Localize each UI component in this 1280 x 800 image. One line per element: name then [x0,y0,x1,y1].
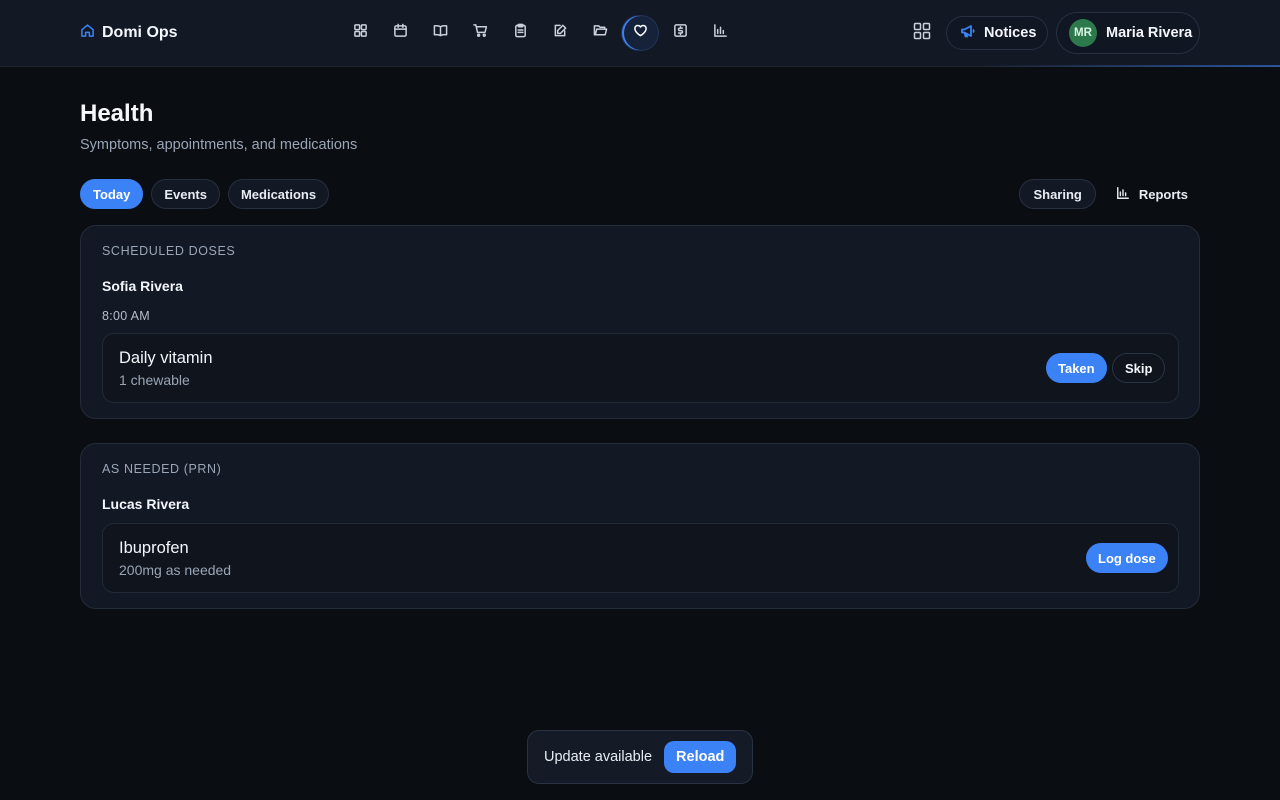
home-icon [80,23,95,43]
dose-time: 8:00 AM [102,309,150,323]
megaphone-icon [960,23,976,43]
cart-icon [472,23,488,43]
clipboard-icon [513,23,528,43]
user-menu-button[interactable]: MR Maria Rivera [1056,12,1200,54]
reports-label: Reports [1138,186,1188,202]
page-title: Health [80,100,154,127]
section-label: SCHEDULED DOSES [102,244,236,258]
medication-name: Ibuprofen [119,539,189,557]
tab-medications[interactable]: Medications [227,179,330,209]
person-name: Lucas Rivera [102,496,190,512]
nav-finance[interactable] [662,16,698,50]
calendar-icon [393,23,408,43]
brand[interactable]: Domi Ops [80,22,178,44]
dollar-icon [673,23,688,43]
avatar: MR [1069,19,1097,47]
nav-files[interactable] [582,16,618,50]
notices-label: Notices [984,25,1037,41]
log-dose-button[interactable]: Log dose [1086,543,1168,573]
main-nav [342,15,738,51]
apps-button[interactable] [906,18,938,48]
bar-chart-icon [1116,186,1130,203]
reload-button[interactable]: Reload [664,741,737,773]
nav-book[interactable] [422,16,458,50]
nav-calendar[interactable] [382,16,418,50]
folder-icon [593,23,608,43]
as-needed-card: AS NEEDED (PRN) Lucas Rivera Ibuprofen 2… [80,443,1200,609]
brand-name: Domi Ops [102,24,178,41]
medication-dose: 1 chewable [119,372,190,388]
nav-reports[interactable] [702,16,738,50]
nav-health[interactable] [622,16,658,50]
person-name: Sofia Rivera [102,278,183,294]
book-icon [433,23,448,43]
page-subtitle: Symptoms, appointments, and medications [80,137,358,153]
nav-tasks[interactable] [502,16,538,50]
nav-dashboard[interactable] [342,16,378,50]
scheduled-doses-card: SCHEDULED DOSES Sofia Rivera 8:00 AM Dai… [80,225,1200,419]
medication-row: Daily vitamin 1 chewable Taken Skip [102,333,1179,403]
medication-dose: 200mg as needed [119,562,232,578]
apps-grid-icon [913,22,931,45]
medication-row: Ibuprofen 200mg as needed Log dose [102,523,1179,593]
dashboard-icon [353,23,368,43]
nav-shopping[interactable] [462,16,498,50]
view-tabs: Today Events Medications [80,179,330,209]
medication-name: Daily vitamin [119,349,213,367]
notices-button[interactable]: Notices [946,16,1048,50]
section-label: AS NEEDED (PRN) [102,462,222,476]
taken-button[interactable]: Taken [1046,353,1107,383]
nav-notes[interactable] [542,16,578,50]
page-actions: Sharing Reports [1019,179,1200,209]
bar-chart-icon [713,23,728,43]
sharing-button[interactable]: Sharing [1019,179,1096,209]
heart-icon [633,23,648,43]
update-toast: Update available Reload [527,730,753,784]
tab-events[interactable]: Events [151,179,220,209]
user-name: Maria Rivera [1106,25,1193,41]
toast-text: Update available [544,749,653,765]
reports-button[interactable]: Reports [1104,179,1200,209]
top-bar: Domi Ops Notices MR Maria Rivera [0,0,1280,67]
tab-today[interactable]: Today [80,179,144,209]
skip-button[interactable]: Skip [1112,353,1166,383]
note-edit-icon [553,23,568,43]
